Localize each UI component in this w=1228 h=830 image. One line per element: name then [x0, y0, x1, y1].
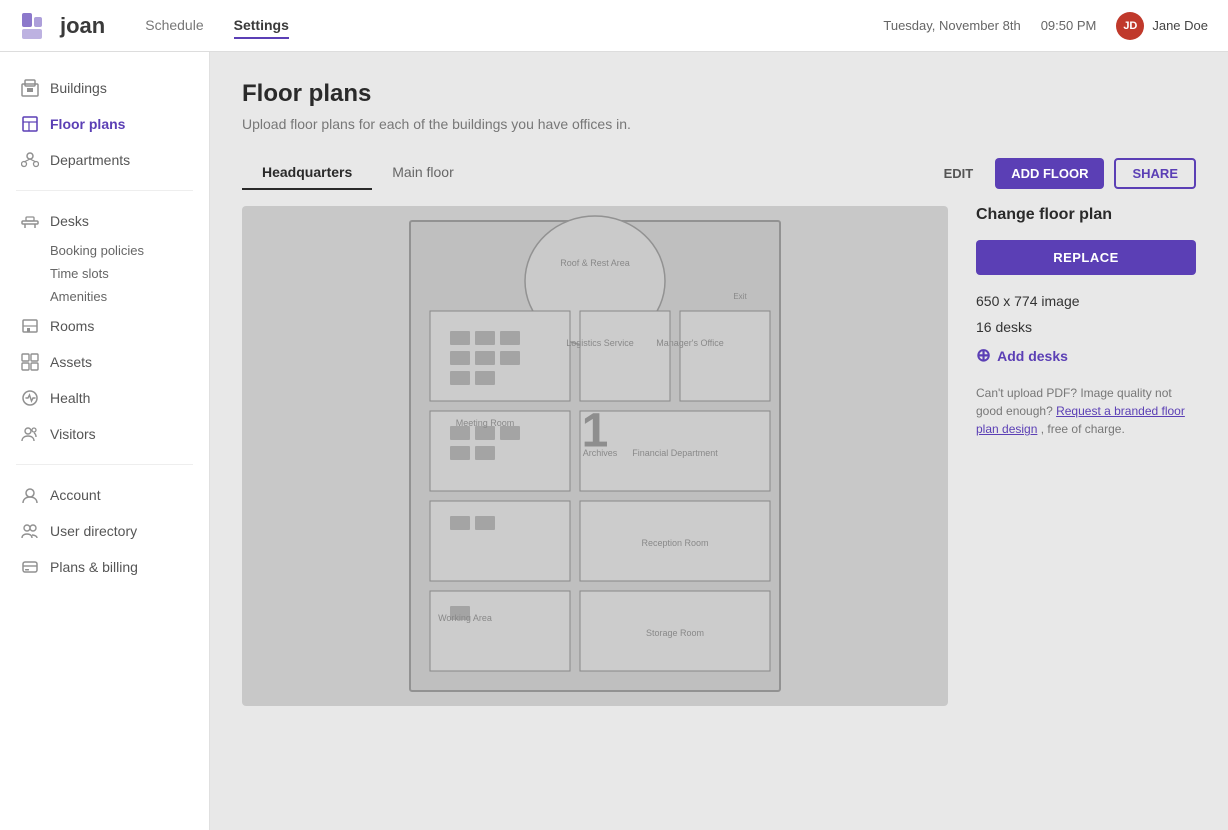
nav-schedule[interactable]: Schedule — [145, 13, 203, 39]
floor-plan-container: Logistics Service Archives Manager's Off… — [242, 206, 948, 706]
sidebar-label-rooms: Rooms — [50, 318, 94, 334]
panel-note: Can't upload PDF? Image quality not good… — [976, 384, 1196, 438]
tabs: Headquarters Main floor — [242, 156, 474, 190]
user-name: Jane Doe — [1152, 18, 1208, 33]
toolbar-actions: EDIT ADD FLOOR SHARE — [932, 158, 1196, 189]
sidebar-item-visitors[interactable]: Visitors — [0, 416, 209, 452]
sidebar-label-health: Health — [50, 390, 90, 406]
visitors-icon — [20, 424, 40, 444]
sidebar-label-visitors: Visitors — [50, 426, 96, 442]
sidebar-label-assets: Assets — [50, 354, 92, 370]
svg-text:Exit: Exit — [733, 292, 747, 301]
sidebar-item-user-directory[interactable]: User directory — [0, 513, 209, 549]
account-icon — [20, 485, 40, 505]
sidebar-item-buildings[interactable]: Buildings — [0, 70, 209, 106]
panel-title: Change floor plan — [976, 206, 1196, 224]
sidebar-desks-subitems: Booking policies Time slots Amenities — [0, 239, 209, 308]
edit-button[interactable]: EDIT — [932, 160, 986, 187]
sidebar-item-desks[interactable]: Desks — [0, 203, 209, 239]
panel-note-suffix: , free of charge. — [1041, 422, 1125, 436]
logo: joan — [20, 9, 105, 43]
tabs-toolbar: Headquarters Main floor EDIT ADD FLOOR S… — [242, 156, 1196, 190]
desks-icon — [20, 211, 40, 231]
nav-settings[interactable]: Settings — [234, 13, 289, 39]
sidebar-label-floor-plans: Floor plans — [50, 116, 125, 132]
sidebar: Buildings Floor plans Departments — [0, 52, 210, 830]
sidebar-item-floor-plans[interactable]: Floor plans — [0, 106, 209, 142]
svg-text:Roof & Rest Area: Roof & Rest Area — [560, 258, 630, 268]
sidebar-section-2: Desks Booking policies Time slots Amenit… — [0, 203, 209, 452]
sidebar-item-account[interactable]: Account — [0, 477, 209, 513]
sidebar-sub-amenities[interactable]: Amenities — [50, 285, 209, 308]
assets-icon — [20, 352, 40, 372]
logo-icon — [20, 9, 54, 43]
sidebar-divider-2 — [16, 464, 193, 465]
health-icon — [20, 388, 40, 408]
floor-number: 1 — [582, 404, 609, 459]
sidebar-label-plans-billing: Plans & billing — [50, 559, 138, 575]
svg-text:Financial Department: Financial Department — [632, 448, 718, 458]
svg-text:Storage Room: Storage Room — [646, 628, 704, 638]
sidebar-section-1: Buildings Floor plans Departments — [0, 70, 209, 178]
sidebar-item-assets[interactable]: Assets — [0, 344, 209, 380]
sidebar-label-account: Account — [50, 487, 101, 503]
add-desks-button[interactable]: ⊕ Add desks — [976, 345, 1196, 366]
page-title: Floor plans — [242, 80, 1196, 108]
user-directory-icon — [20, 521, 40, 541]
sidebar-label-desks: Desks — [50, 213, 89, 229]
floor-plans-icon — [20, 114, 40, 134]
replace-button[interactable]: REPLACE — [976, 240, 1196, 275]
departments-icon — [20, 150, 40, 170]
sidebar-item-health[interactable]: Health — [0, 380, 209, 416]
svg-text:Reception Room: Reception Room — [641, 538, 708, 548]
add-desks-label: Add desks — [997, 348, 1068, 364]
sidebar-label-user-directory: User directory — [50, 523, 137, 539]
svg-text:Logistics Service: Logistics Service — [566, 338, 634, 348]
sidebar-section-3: Account User directory Plans & billing — [0, 477, 209, 585]
sidebar-item-plans-billing[interactable]: Plans & billing — [0, 549, 209, 585]
floor-area: Logistics Service Archives Manager's Off… — [242, 206, 1196, 706]
sidebar-sub-booking-policies[interactable]: Booking policies — [50, 239, 209, 262]
svg-text:Manager's Office: Manager's Office — [656, 338, 724, 348]
sidebar-item-rooms[interactable]: Rooms — [0, 308, 209, 344]
topnav-right: Tuesday, November 8th 09:50 PM JD Jane D… — [883, 12, 1208, 40]
user-info: JD Jane Doe — [1116, 12, 1208, 40]
topnav-time: 09:50 PM — [1041, 18, 1097, 33]
avatar: JD — [1116, 12, 1144, 40]
svg-text:Meeting Room: Meeting Room — [456, 418, 515, 428]
add-floor-button[interactable]: ADD FLOOR — [995, 158, 1104, 189]
main-layout: Buildings Floor plans Departments — [0, 52, 1228, 830]
tab-headquarters[interactable]: Headquarters — [242, 156, 372, 190]
plans-billing-icon — [20, 557, 40, 577]
sidebar-sub-time-slots[interactable]: Time slots — [50, 262, 209, 285]
sidebar-divider-1 — [16, 190, 193, 191]
right-panel: Change floor plan REPLACE 650 x 774 imag… — [976, 206, 1196, 706]
add-circle-icon: ⊕ — [976, 345, 991, 366]
logo-text: joan — [60, 13, 105, 39]
rooms-icon — [20, 316, 40, 336]
page-subtitle: Upload floor plans for each of the build… — [242, 116, 1196, 132]
image-size: 650 x 774 image — [976, 293, 1196, 309]
nav-links: Schedule Settings — [145, 13, 289, 39]
sidebar-item-departments[interactable]: Departments — [0, 142, 209, 178]
share-button[interactable]: SHARE — [1114, 158, 1196, 189]
tab-main-floor[interactable]: Main floor — [372, 156, 473, 190]
topnav-date: Tuesday, November 8th — [883, 18, 1020, 33]
main-content: Floor plans Upload floor plans for each … — [210, 52, 1228, 830]
desks-count: 16 desks — [976, 319, 1196, 335]
sidebar-label-buildings: Buildings — [50, 80, 107, 96]
topnav: joan Schedule Settings Tuesday, November… — [0, 0, 1228, 52]
sidebar-label-departments: Departments — [50, 152, 130, 168]
svg-text:Working Area: Working Area — [438, 613, 492, 623]
buildings-icon — [20, 78, 40, 98]
